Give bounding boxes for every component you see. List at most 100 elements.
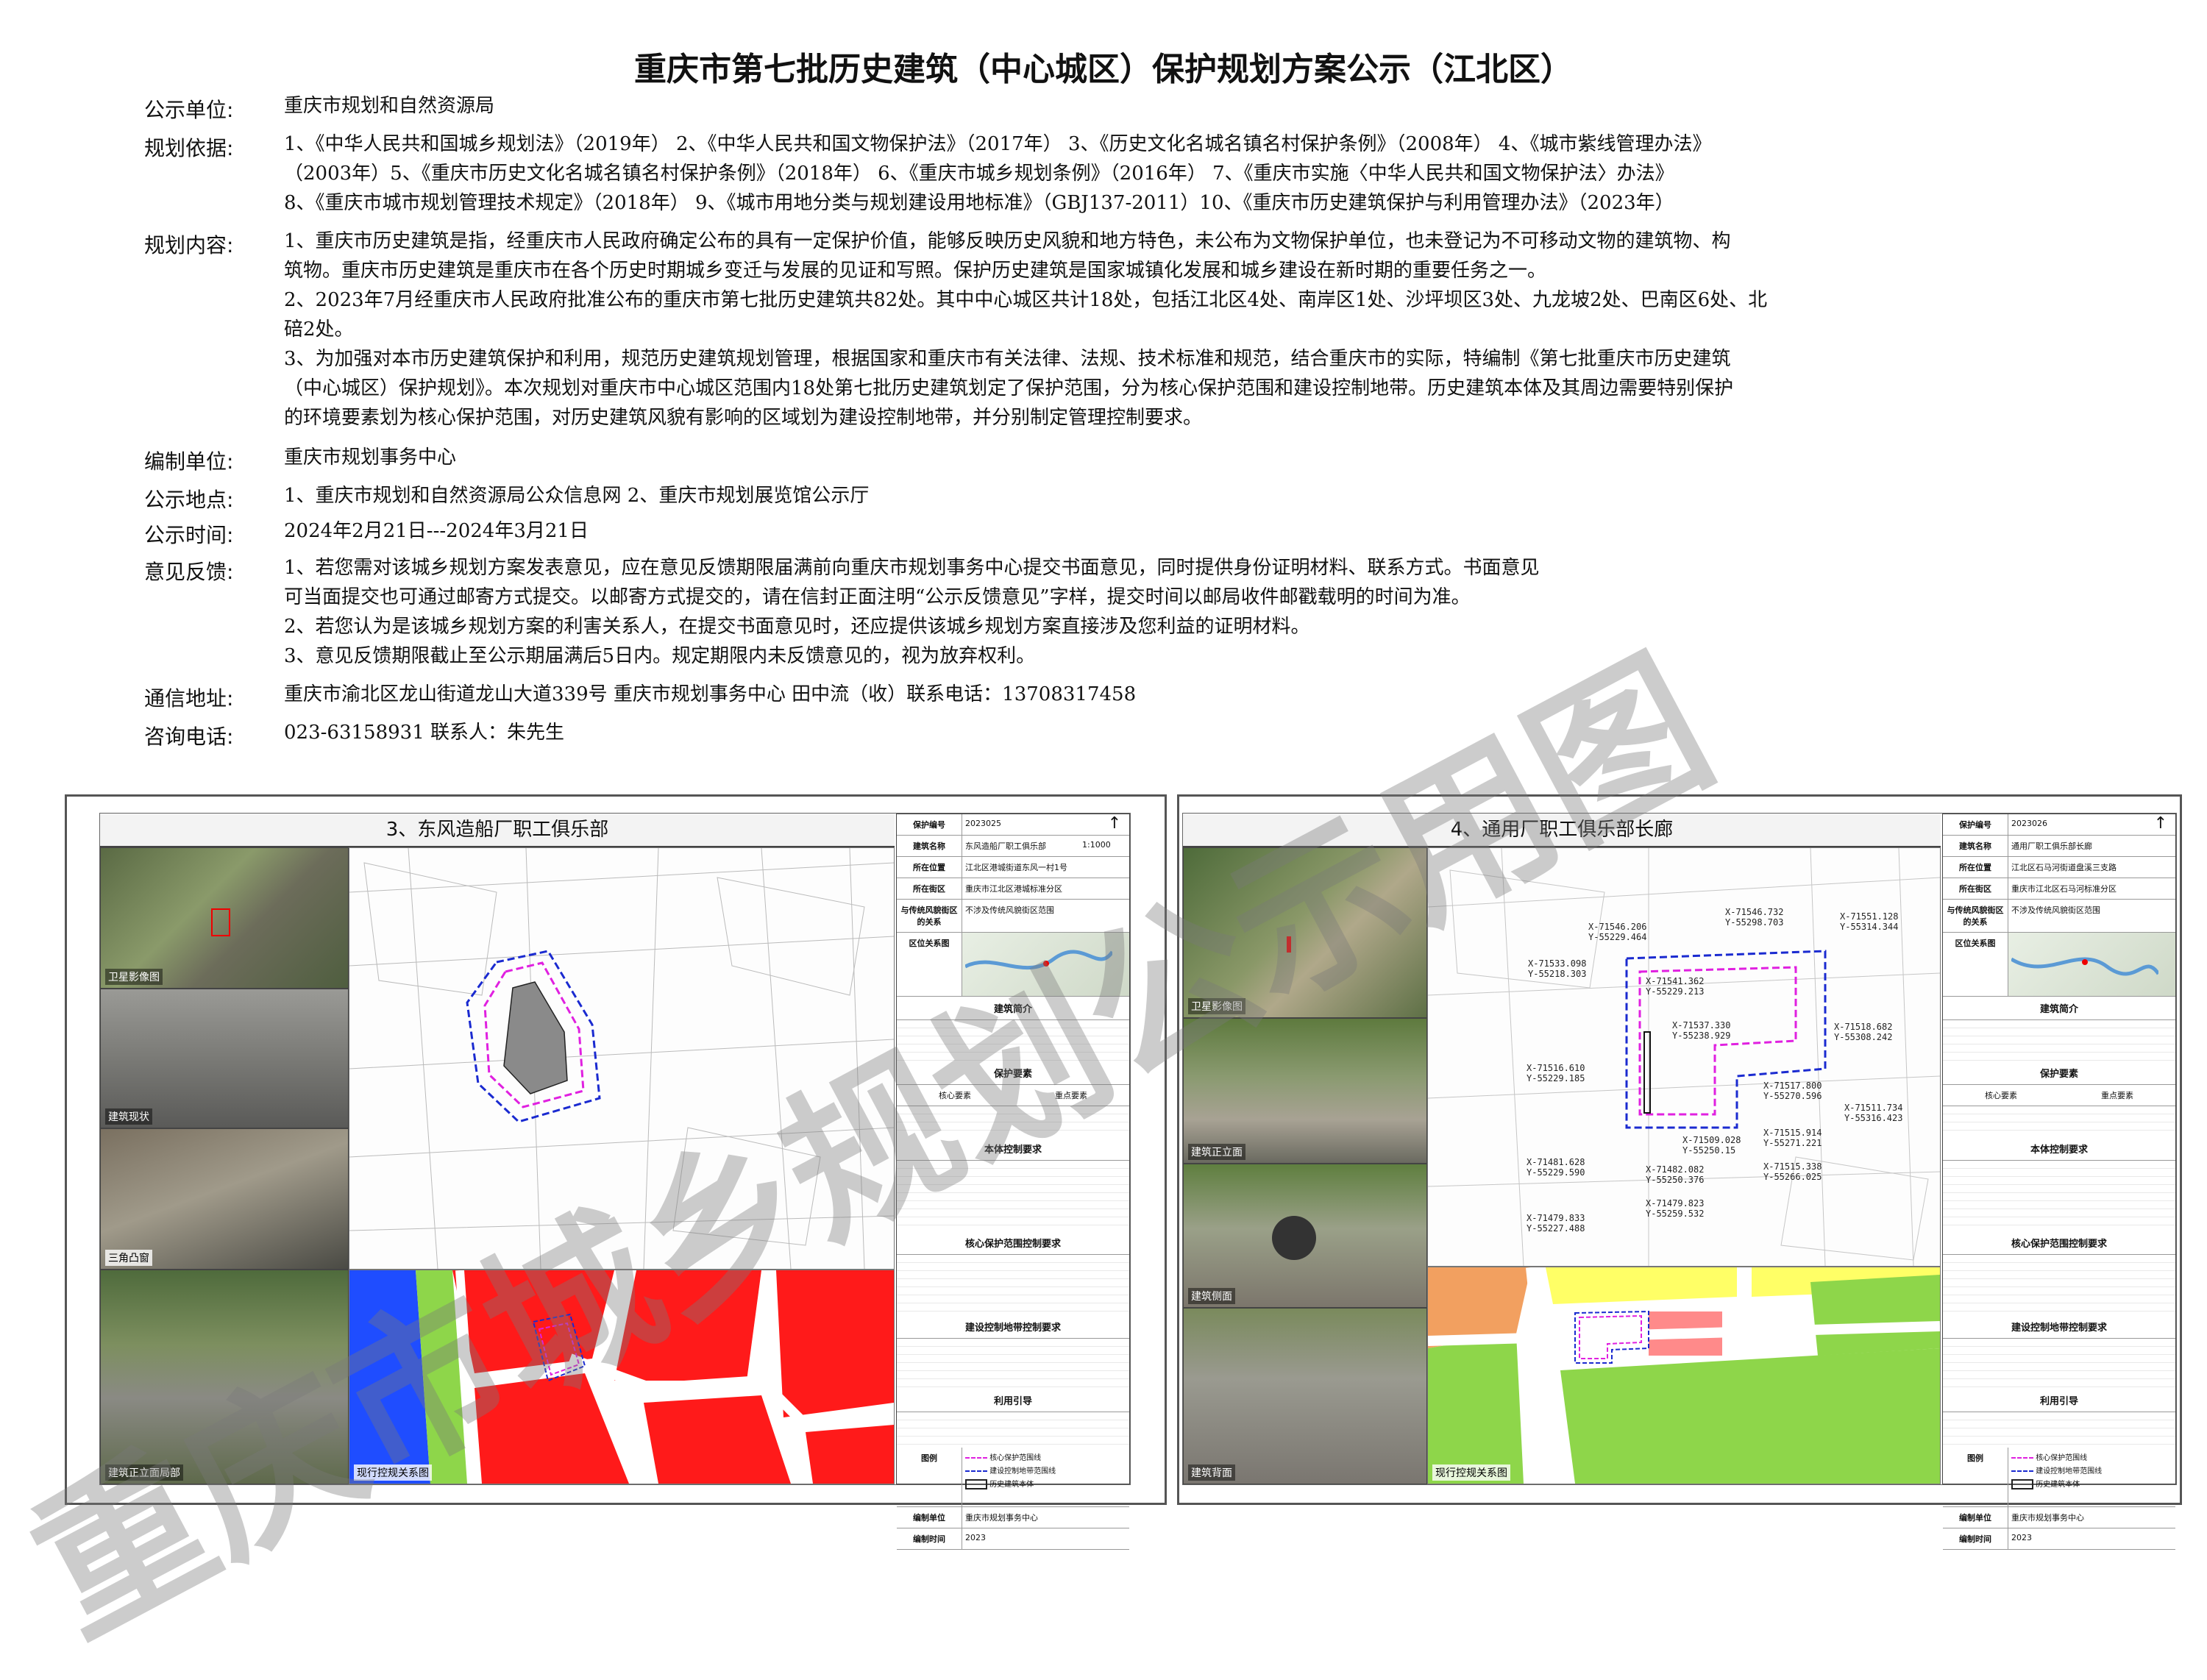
table-key: 所在位置 [897, 857, 962, 878]
section-heading: 保护要素 [1943, 1061, 2175, 1085]
legend-hist: 历史建筑本体 [2011, 1478, 2172, 1492]
content-line: 筑物。重庆市历史建筑是重庆市在各个历史时期城乡变迁与发展的见证和写照。保护历史建… [284, 260, 1547, 282]
table-value: 2023025 [965, 819, 1001, 828]
legend-build: 建设控制地带范围线 [2011, 1465, 2172, 1478]
coord-label: X-71509.028 Y-55250.15 [1682, 1135, 1741, 1156]
section-body [897, 1339, 1129, 1389]
section-heading: 保护要素 [897, 1061, 1129, 1085]
satellite-photo: 卫星影像图 [100, 847, 349, 989]
section-heading: 利用引导 [897, 1389, 1129, 1412]
content-line: 3、为加强对本市历史建筑保护和利用，规范历史建筑规划管理，根据国家和重庆市有关法… [284, 348, 1731, 370]
table-key: 编制时间 [897, 1528, 962, 1549]
unit-label: 公示单位: [144, 98, 234, 122]
feedback-text: 1、若您需对该城乡规划方案发表意见，应在意见反馈期限届满前向重庆市规划事务中心提… [284, 553, 1998, 671]
section-body [1943, 1255, 2175, 1315]
legend-core: 核心保护范围线 [2011, 1452, 2172, 1465]
table-value: 不涉及传统风貌街区范围 [2011, 905, 2100, 915]
table-value: 重庆市江北区港城标准分区 [965, 884, 1062, 894]
front-photo: 建筑正立面 [1183, 1018, 1427, 1164]
coord-label: X-71515.914 Y-55271.221 [1763, 1128, 1822, 1148]
site-marker [211, 908, 230, 936]
table-key: 保护编号 [897, 814, 962, 835]
table-key: 区位关系图 [897, 933, 962, 996]
table-value: 核心要素 [1985, 1091, 2017, 1100]
table-key: 区位关系图 [1943, 933, 2008, 996]
coord-label: X-71537.330 Y-55238.929 [1672, 1020, 1731, 1041]
zoning-map: 现行控规关系图 [1427, 1267, 1941, 1484]
unit-value: 重庆市规划和自然资源局 [284, 95, 495, 117]
scale-value: 1:1000 [1082, 840, 1111, 850]
facade-photo: 建筑正立面局部 [100, 1270, 349, 1484]
section-body [897, 1255, 1129, 1315]
section-heading: 建筑简介 [1943, 997, 2175, 1020]
river-drawing [964, 950, 1115, 970]
left-sheet: 3、东风造船厂职工俱乐部 卫星影像图 建筑现状 三角凸窗 建筑正立面局部 现行控… [99, 813, 1131, 1550]
table-value: 江北区港城街道东风一村1号 [965, 863, 1067, 872]
table-value: 2023 [2011, 1533, 2032, 1542]
site-plan-drawing [349, 848, 894, 1269]
table-value: 核心要素 [939, 1091, 971, 1100]
coord-label: X-71482.082 Y-55250.376 [1646, 1164, 1705, 1185]
building-photo: 建筑现状 [100, 989, 349, 1128]
right-panel: 4、通用厂职工俱乐部长廊 卫星影像图 建筑正立面 建筑侧面 建筑背面 X-715… [1177, 794, 2182, 1550]
side-photo: 建筑侧面 [1183, 1164, 1427, 1308]
table-key: 与传统风貌街区的关系 [1943, 900, 2008, 932]
table-value: 重点要素 [2101, 1091, 2133, 1100]
editor-value: 重庆市规划事务中心 [284, 446, 457, 469]
table-value: 重庆市规划事务中心 [965, 1513, 1038, 1523]
basis-text: 1、《中华人民共和国城乡规划法》（2019年） 2、《中华人民共和国文物保护法》… [284, 129, 1998, 218]
round-gate [1272, 1216, 1316, 1260]
address-label: 通信地址: [144, 686, 234, 711]
coord-label: X-71517.800 Y-55270.596 [1763, 1081, 1822, 1101]
phone-value: 023-63158931 联系人：朱先生 [284, 722, 565, 744]
section-body [897, 1161, 1129, 1231]
editor-label: 编制单位: [144, 449, 234, 474]
content-label: 规划内容: [144, 233, 234, 257]
feedback-line: 1、若您需对该城乡规划方案发表意见，应在意见反馈期限届满前向重庆市规划事务中心提… [284, 557, 1540, 579]
photo-caption: 建筑正立面局部 [105, 1464, 183, 1481]
coord-label: X-71541.362 Y-55229.213 [1646, 976, 1705, 997]
table-key: 图例 [1943, 1448, 2008, 1506]
table-value: 2023026 [2011, 819, 2047, 828]
feedback-line: 2、若您认为是该城乡规划方案的利害关系人，在提交书面意见时，还应提供该城乡规划方… [284, 616, 1310, 638]
section-body [897, 1412, 1129, 1448]
coord-label: X-71511.734 Y-55316.423 [1844, 1103, 1903, 1123]
table-key: 编制时间 [1943, 1528, 2008, 1549]
legend-build: 建设控制地带范围线 [965, 1465, 1126, 1478]
section-heading: 建设控制地带控制要求 [897, 1315, 1129, 1339]
table-value: 重点要素 [1055, 1091, 1087, 1100]
left-info-table: 保护编号 2023025 ↑ 建筑名称 东风造船厂职工俱乐部 1:1000 所在位置江… [896, 814, 1130, 1550]
section-heading: 本体控制要求 [1943, 1137, 2175, 1161]
table-key: 与传统风貌街区的关系 [897, 900, 962, 932]
content-line: 碚2处。 [284, 318, 354, 341]
table-value: 东风造船厂职工俱乐部 [965, 841, 1046, 851]
site-marker [1287, 936, 1291, 953]
feedback-line: 可当面提交也可通过邮寄方式提交。以邮寄方式提交的，请在信封正面注明“公示反馈意见… [284, 586, 1471, 608]
table-key: 建筑名称 [897, 836, 962, 856]
location-minimap [2008, 933, 2175, 996]
left-panel: 3、东风造船厂职工俱乐部 卫星影像图 建筑现状 三角凸窗 建筑正立面局部 现行控… [65, 794, 1167, 1550]
satellite-photo: 卫星影像图 [1183, 847, 1427, 1018]
page-title: 重庆市第七批历史建筑（中心城区）保护规划方案公示（江北区） [634, 51, 1573, 88]
table-key: 图例 [897, 1448, 962, 1506]
coord-label: X-71518.682 Y-55308.242 [1834, 1022, 1893, 1042]
location-minimap [962, 933, 1129, 996]
content-line: （中心城区）保护规划》。本次规划对重庆市中心城区范围内18处第七批历史建筑划定了… [284, 377, 1734, 399]
table-key: 编制单位 [1943, 1507, 2008, 1528]
photo-caption: 卫星影像图 [1188, 998, 1245, 1014]
section-body [1943, 1020, 2175, 1061]
site-plan-map [349, 847, 895, 1270]
table-value: 不涉及传统风貌街区范围 [965, 905, 1054, 915]
photo-caption: 三角凸窗 [105, 1250, 152, 1266]
right-sheet-title: 4、通用厂职工俱乐部长廊 [1183, 814, 1941, 847]
legend: 核心保护范围线 建设控制地带范围线 历史建筑本体 [962, 1448, 1129, 1506]
river-drawing [2010, 957, 2161, 976]
coord-label: X-71546.206 Y-55229.464 [1588, 922, 1647, 942]
coord-label: X-71479.833 Y-55227.488 [1527, 1213, 1585, 1234]
coord-label: X-71551.128 Y-55314.344 [1840, 911, 1899, 932]
section-body [1943, 1412, 2175, 1448]
section-heading: 利用引导 [1943, 1389, 2175, 1412]
coord-label: X-71515.338 Y-55266.025 [1763, 1161, 1822, 1182]
time-value: 2024年2月21日---2024年3月21日 [284, 520, 589, 542]
place-value: 1、重庆市规划和自然资源局公众信息网 2、重庆市规划展览馆公示厅 [284, 485, 870, 507]
